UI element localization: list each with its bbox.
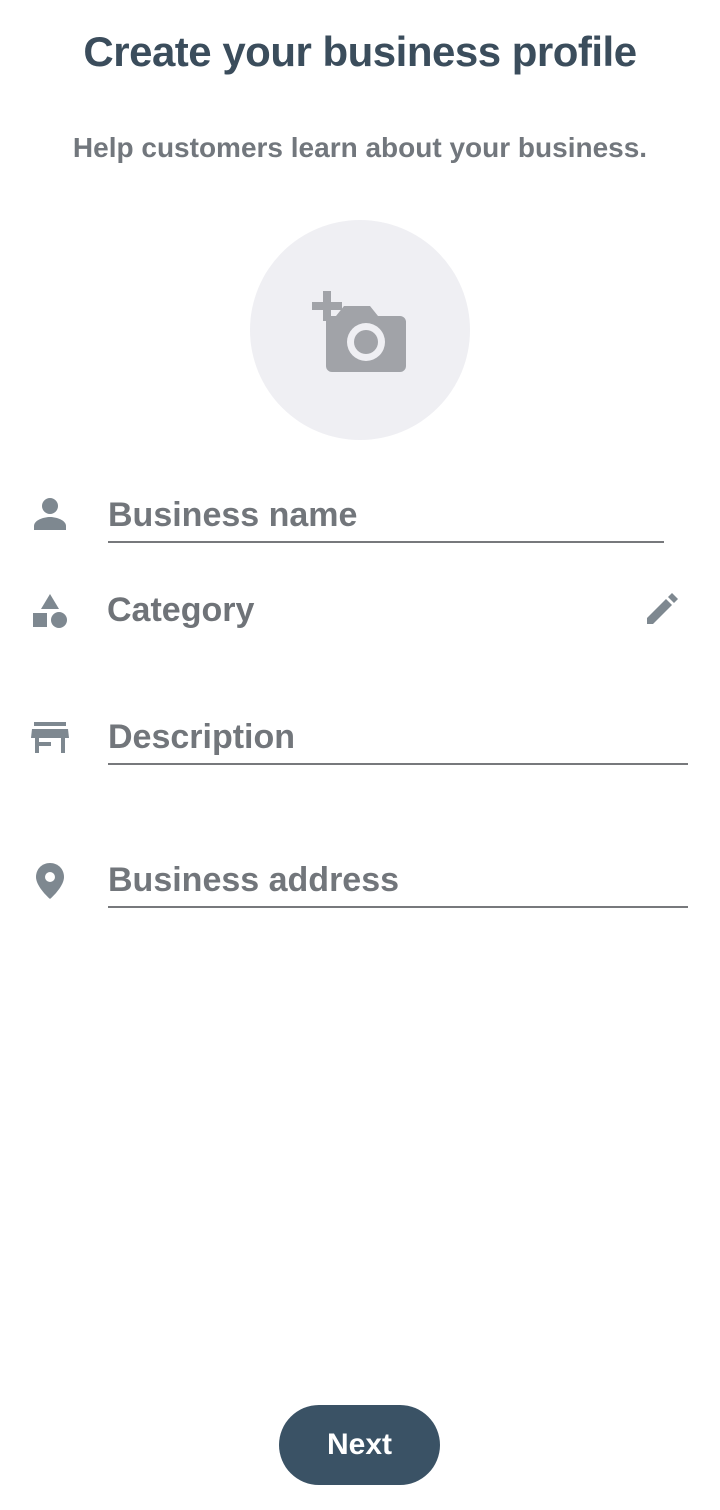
location-pin-icon <box>30 861 70 901</box>
description-input[interactable] <box>108 718 688 765</box>
page-subtitle: Help customers learn about your business… <box>72 132 648 163</box>
business-address-row <box>0 855 720 915</box>
category-label: Category <box>107 591 255 629</box>
category-row[interactable]: Category <box>0 585 720 645</box>
next-button[interactable]: Next <box>279 1405 440 1485</box>
person-icon <box>30 494 70 534</box>
business-name-row <box>0 490 720 550</box>
business-address-input[interactable] <box>108 861 688 908</box>
storefront-icon <box>30 718 70 758</box>
business-name-input[interactable] <box>108 496 664 543</box>
add-photo-button[interactable] <box>250 220 470 440</box>
pencil-icon[interactable] <box>640 587 684 631</box>
description-row <box>0 712 720 772</box>
add-photo-icon <box>312 291 406 372</box>
category-shapes-icon <box>30 591 70 631</box>
page-title: Create your business profile <box>83 28 637 75</box>
